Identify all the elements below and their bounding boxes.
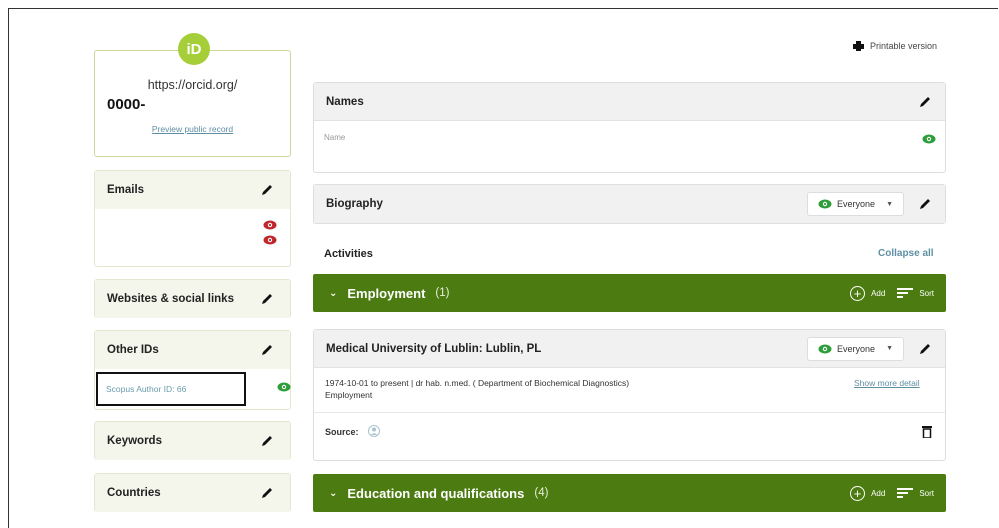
biography-title: Biography [326,198,383,210]
keywords-title: Keywords [107,435,162,447]
show-more-detail-link[interactable]: Show more detail [854,378,920,388]
countries-panel: Countries [94,473,291,512]
edit-websites-pencil-icon[interactable] [260,292,274,306]
names-title: Names [326,95,364,108]
orcid-logo-icon: iD [178,33,210,65]
sort-icon[interactable] [897,287,914,299]
edit-countries-pencil-icon[interactable] [260,486,274,500]
emails-panel: Emails [94,170,291,267]
name-field-label: Name [324,133,346,142]
edit-keywords-pencil-icon[interactable] [260,434,274,448]
delete-trash-icon[interactable] [922,426,932,438]
education-count: (4) [534,487,549,499]
emails-title: Emails [107,184,145,196]
names-card: Names Name [313,82,946,173]
scopus-visibility-eye-icon[interactable] [277,382,291,392]
edit-other-ids-pencil-icon[interactable] [260,343,274,357]
biography-visibility-label: Everyone [837,199,876,209]
collapse-all-link[interactable]: Collapse all [878,248,934,259]
source-user-icon [368,425,380,437]
source-label: Source: [325,427,359,437]
chevron-down-icon[interactable]: ⌄ [329,488,337,499]
employment-title: Employment [347,285,426,301]
sort-education-label[interactable]: Sort [919,489,934,498]
employment-visibility-dropdown[interactable]: Everyone ▼ [807,336,904,361]
edit-employment-pencil-icon[interactable] [918,342,932,356]
printable-version-link[interactable]: Printable version [853,41,937,51]
employment-count: (1) [435,287,450,299]
keywords-panel: Keywords [94,421,291,460]
sort-icon[interactable] [897,487,914,499]
sort-employment-label[interactable]: Sort [919,289,934,298]
employment-item-card: Medical University of Lublin: Lublin, PL… [313,329,946,461]
education-title: Education and qualifications [347,485,525,501]
countries-title: Countries [107,487,161,499]
other-ids-title: Other IDs [107,344,159,356]
edit-emails-pencil-icon[interactable] [260,183,274,197]
orcid-url: https://orcid.org/ [147,78,238,92]
add-education-icon[interactable]: + [850,485,866,501]
chevron-down-icon[interactable]: ⌄ [329,288,337,299]
biography-visibility-dropdown[interactable]: Everyone ▼ [807,192,904,216]
printer-icon [853,41,864,51]
add-education-label[interactable]: Add [871,489,885,498]
education-section-bar[interactable]: ⌄ Education and qualifications (4) + Add… [313,474,946,512]
preview-public-record-link[interactable]: Preview public record [94,124,291,134]
websites-panel: Websites & social links [94,279,291,318]
employment-org-name: Medical University of Lublin: Lublin, PL [326,342,542,355]
eye-icon [818,199,832,209]
eye-icon [818,344,832,353]
websites-title: Websites & social links [107,293,234,305]
edit-names-pencil-icon[interactable] [918,95,932,109]
employment-dates-role: 1974-10-01 to present | dr hab. n.med. (… [325,378,630,388]
email-visibility-eye-icon[interactable] [263,220,277,230]
employment-section-bar[interactable]: ⌄ Employment (1) + Add Sort [313,274,946,312]
biography-card: Biography Everyone ▼ [313,184,946,224]
caret-down-icon: ▼ [886,200,893,208]
scopus-author-id-link[interactable]: Scopus Author ID: 66 [96,372,246,406]
employment-type: Employment [325,390,373,400]
email-visibility-eye-icon[interactable] [263,235,277,245]
add-employment-icon[interactable]: + [850,285,866,301]
add-employment-label[interactable]: Add [871,289,885,298]
divider [314,412,945,413]
edit-biography-pencil-icon[interactable] [918,197,932,211]
orcid-number: 0000- [107,96,146,113]
printable-version-label: Printable version [870,41,938,51]
caret-down-icon: ▼ [886,345,893,352]
employment-visibility-label: Everyone [837,343,876,354]
name-visibility-eye-icon[interactable] [922,134,936,144]
activities-heading: Activities [324,248,373,260]
